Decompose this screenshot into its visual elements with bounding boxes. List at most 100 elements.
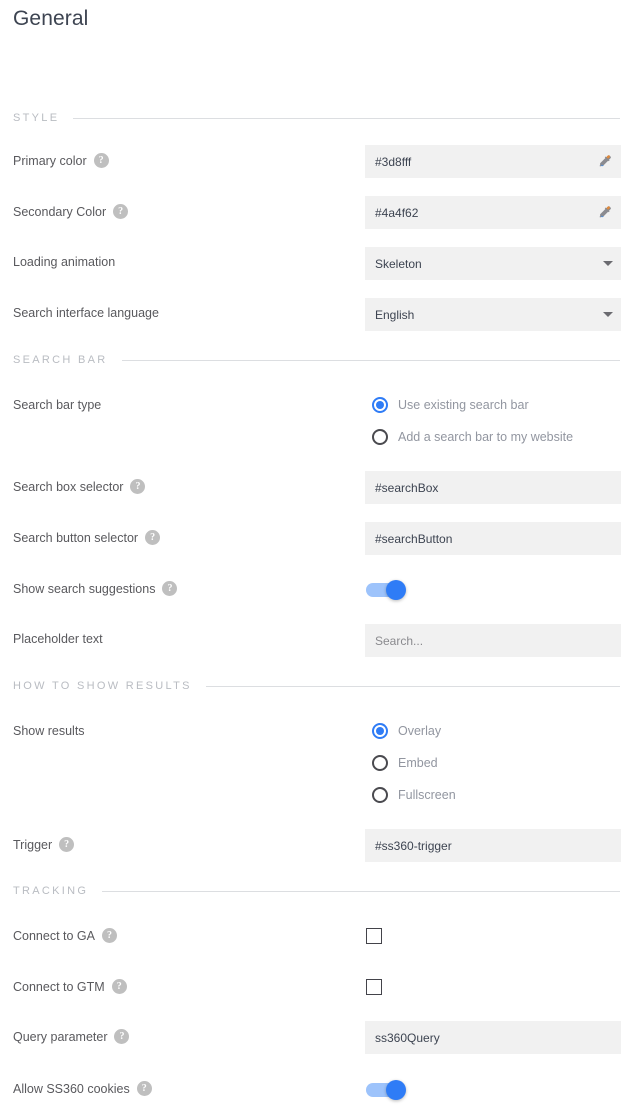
section-divider (102, 890, 620, 892)
radio-option-embed[interactable]: Embed (372, 747, 456, 779)
label-query-parameter-text: Query parameter (13, 1029, 108, 1044)
search-button-selector-input[interactable]: #searchButton (365, 522, 621, 555)
label-search-interface-language: Search interface language (13, 306, 159, 320)
label-search-bar-type-text: Search bar type (13, 398, 102, 412)
label-search-box-selector-text: Search box selector (13, 479, 124, 494)
label-placeholder-text: Placeholder text (13, 632, 103, 646)
row-search-button-selector: Search button selector ? #searchButton (0, 522, 633, 555)
help-icon[interactable]: ? (114, 1029, 130, 1044)
radio-icon-selected[interactable] (372, 397, 388, 413)
help-icon[interactable]: ? (136, 1081, 152, 1096)
label-search-button-selector: Search button selector ? (13, 530, 161, 545)
radio-group-search-bar-type: Use existing search bar Add a search bar… (372, 389, 573, 453)
radio-icon-selected[interactable] (372, 723, 388, 739)
radio-icon-unselected[interactable] (372, 429, 388, 445)
radio-label: Overlay (398, 724, 442, 738)
eyedropper-icon[interactable] (591, 196, 621, 229)
help-icon[interactable]: ? (102, 928, 117, 943)
primary-color-value: #3d8fff (375, 154, 412, 169)
row-allow-ss360-cookies: Allow SS360 cookies ? (0, 1073, 633, 1106)
radio-label: Add a search bar to my website (398, 430, 574, 444)
section-header-style: STYLE (13, 110, 620, 126)
page-title: General (13, 7, 89, 30)
row-primary-color: Primary color ? #3d8fff (0, 145, 633, 178)
radio-label: Use existing search bar (398, 398, 529, 412)
help-icon[interactable]: ? (59, 837, 75, 852)
label-show-results-text: Show results (13, 724, 85, 738)
row-show-search-suggestions: Show search suggestions ? (0, 573, 633, 606)
radio-option-use-existing-search-bar[interactable]: Use existing search bar (372, 389, 573, 421)
label-connect-to-ga-text: Connect to GA (13, 928, 95, 943)
section-header-tracking-label: TRACKING (13, 885, 89, 897)
section-divider (73, 117, 620, 119)
eyedropper-icon[interactable] (591, 145, 621, 178)
primary-color-input[interactable]: #3d8fff (365, 145, 621, 178)
label-placeholder-text-text: Placeholder text (13, 632, 103, 646)
chevron-down-icon[interactable] (595, 298, 621, 331)
label-allow-ss360-cookies: Allow SS360 cookies ? (13, 1081, 152, 1096)
search-interface-language-value: English (375, 307, 415, 322)
section-divider (121, 359, 620, 361)
row-search-interface-language: Search interface language English (0, 298, 633, 331)
section-header-search-bar: SEARCH BAR (13, 352, 620, 368)
loading-animation-select[interactable]: Skeleton (365, 247, 621, 280)
help-icon[interactable]: ? (130, 479, 146, 494)
search-box-selector-value: #searchBox (375, 480, 439, 495)
help-icon[interactable]: ? (162, 581, 178, 596)
label-secondary-color-text: Secondary Color (13, 204, 107, 219)
placeholder-text-input[interactable]: Search... (365, 624, 621, 657)
row-loading-animation: Loading animation Skeleton (0, 247, 633, 280)
label-connect-to-gtm-text: Connect to GTM (13, 979, 105, 994)
search-interface-language-select[interactable]: English (365, 298, 621, 331)
row-search-box-selector: Search box selector ? #searchBox (0, 471, 633, 504)
radio-option-fullscreen[interactable]: Fullscreen (372, 779, 456, 811)
label-trigger-text: Trigger (13, 837, 53, 852)
search-button-selector-value: #searchButton (375, 531, 453, 546)
secondary-color-input[interactable]: #4a4f62 (365, 196, 621, 229)
label-show-search-suggestions: Show search suggestions ? (13, 581, 178, 596)
search-box-selector-input[interactable]: #searchBox (365, 471, 621, 504)
help-icon[interactable]: ? (93, 153, 109, 168)
radio-option-overlay[interactable]: Overlay (372, 715, 456, 747)
label-search-box-selector: Search box selector ? (13, 479, 146, 494)
trigger-input[interactable]: #ss360-trigger (365, 829, 621, 862)
radio-icon-unselected[interactable] (372, 755, 388, 771)
radio-group-show-results: Overlay Embed Fullscreen (372, 715, 456, 811)
chevron-down-icon[interactable] (595, 247, 621, 280)
checkbox-connect-to-ga[interactable] (366, 928, 382, 944)
section-header-style-label: STYLE (13, 112, 60, 124)
row-connect-to-gtm: Connect to GTM ? (0, 971, 633, 1004)
label-trigger: Trigger ? (13, 837, 75, 852)
label-primary-color: Primary color ? (13, 153, 109, 168)
toggle-allow-ss360-cookies[interactable] (366, 1080, 406, 1100)
label-query-parameter: Query parameter ? (13, 1029, 130, 1044)
label-connect-to-gtm: Connect to GTM ? (13, 979, 127, 994)
label-show-search-suggestions-text: Show search suggestions (13, 581, 156, 596)
help-icon[interactable]: ? (113, 204, 129, 219)
label-loading-animation-text: Loading animation (13, 255, 116, 269)
toggle-show-search-suggestions[interactable] (366, 580, 406, 600)
label-show-results: Show results (13, 724, 85, 738)
radio-icon-unselected[interactable] (372, 787, 388, 803)
radio-label: Fullscreen (398, 788, 456, 802)
help-icon[interactable]: ? (111, 979, 127, 994)
trigger-value: #ss360-trigger (375, 838, 452, 853)
row-search-bar-type: Search bar type Use existing search bar … (0, 389, 633, 453)
label-primary-color-text: Primary color (13, 153, 87, 168)
label-search-bar-type: Search bar type (13, 398, 101, 412)
loading-animation-value: Skeleton (375, 256, 422, 271)
label-search-interface-language-text: Search interface language (13, 306, 159, 320)
settings-page: General STYLE Primary color ? #3d8fff Se… (0, 0, 633, 1108)
label-search-button-selector-text: Search button selector (13, 530, 139, 545)
placeholder-text-value: Search... (375, 633, 424, 648)
section-header-tracking: TRACKING (13, 883, 620, 899)
query-parameter-input[interactable]: ss360Query (365, 1021, 621, 1054)
radio-option-add-search-bar[interactable]: Add a search bar to my website (372, 421, 573, 453)
section-divider (205, 685, 620, 687)
label-secondary-color: Secondary Color ? (13, 204, 129, 219)
row-trigger: Trigger ? #ss360-trigger (0, 829, 633, 862)
row-connect-to-ga: Connect to GA ? (0, 920, 633, 953)
row-secondary-color: Secondary Color ? #4a4f62 (0, 196, 633, 229)
checkbox-connect-to-gtm[interactable] (366, 979, 382, 995)
help-icon[interactable]: ? (145, 530, 161, 545)
